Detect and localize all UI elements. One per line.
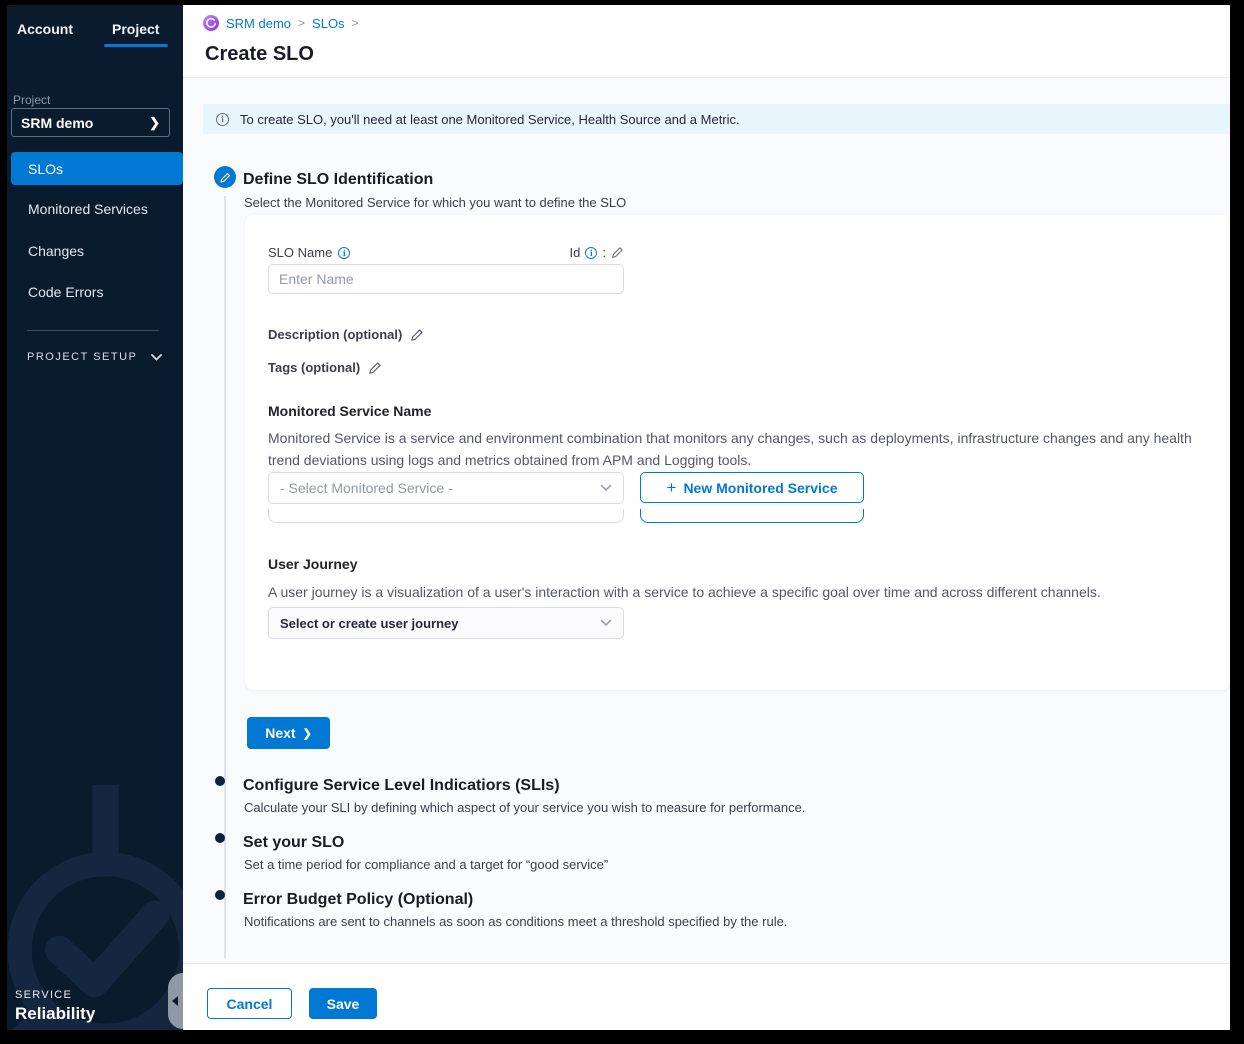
description-toggle[interactable]: Description (optional) [268,327,424,342]
sidebar-divider [27,330,159,331]
sidebar-item-code-errors[interactable]: Code Errors [28,284,103,300]
edit-id-icon[interactable] [611,246,624,259]
next-label: Next [265,725,295,741]
step3-title[interactable]: Set your SLO [243,834,344,852]
new-monitored-service-button[interactable]: + New Monitored Service [640,472,864,503]
new-monitored-service-label: New Monitored Service [683,480,837,496]
page-title: Create SLO [205,43,314,66]
sidebar: Account Project Project SRM demo ❯ SLOs … [7,5,183,1030]
slo-name-label: SLO Name [268,245,332,260]
monitored-service-select-shadow [268,509,624,523]
breadcrumb-separator: > [298,16,305,30]
tab-project[interactable]: Project [112,21,159,37]
chevron-down-icon [600,619,612,627]
slo-name-input[interactable] [268,264,624,294]
tags-toggle[interactable]: Tags (optional) [268,360,382,375]
step1-title: Define SLO Identification [243,171,433,189]
id-label-group: Id i : [570,245,624,260]
edit-description-icon[interactable] [410,328,424,342]
monitored-service-select-placeholder: - Select Monitored Service - [280,480,600,496]
user-journey-select-value: Select or create user journey [280,616,600,631]
main-content: SRM demo > SLOs > Create SLO i To create… [183,5,1230,1030]
user-journey-description: A user journey is a visualization of a u… [268,582,1208,604]
tags-label: Tags (optional) [268,360,360,375]
monitored-service-description: Monitored Service is a service and envir… [268,428,1208,471]
monitored-service-select[interactable]: - Select Monitored Service - [268,472,624,504]
step1-subtitle: Select the Monitored Service for which y… [244,195,626,210]
plus-icon: + [667,478,677,498]
cancel-button[interactable]: Cancel [207,988,292,1019]
module-label-reliability: Reliability [15,1004,95,1024]
id-label: Id [570,245,581,260]
step3-ring-icon [215,833,225,843]
sidebar-item-slos[interactable]: SLOs [11,152,183,185]
save-button[interactable]: Save [309,988,377,1019]
breadcrumb-slos-link[interactable]: SLOs [312,16,345,31]
chevron-right-icon: ❯ [303,727,312,740]
action-footer: Cancel Save [183,963,1230,1030]
step4-title[interactable]: Error Budget Policy (Optional) [243,891,473,909]
project-scope-label: Project [13,93,50,107]
breadcrumb: SRM demo > SLOs > [203,15,359,31]
slo-name-label-group: SLO Name i [268,245,350,260]
info-icon[interactable]: i [338,247,350,259]
app-window: Account Project Project SRM demo ❯ SLOs … [0,0,1244,1044]
edit-tags-icon[interactable] [368,361,382,375]
description-label: Description (optional) [268,327,402,342]
monitored-service-heading: Monitored Service Name [268,403,431,419]
step1-edit-icon [214,166,236,188]
page-header: SRM demo > SLOs > Create SLO [183,5,1230,78]
step4-ring-icon [215,890,225,900]
chevron-down-icon [600,484,612,492]
step2-title[interactable]: Configure Service Level Indicatiors (SLI… [243,777,560,795]
triangle-left-icon [172,996,178,1006]
pencil-icon [220,172,231,183]
breadcrumb-project-link[interactable]: SRM demo [226,16,291,31]
user-journey-select[interactable]: Select or create user journey [268,607,624,639]
info-banner-text: To create SLO, you'll need at least one … [240,112,740,127]
user-journey-heading: User Journey [268,556,357,572]
sidebar-item-monitored-services[interactable]: Monitored Services [28,201,148,217]
module-label-service: SERVICE [15,989,72,1001]
info-icon[interactable]: i [585,247,597,259]
sidebar-item-label: SLOs [28,161,63,177]
step4-subtitle: Notifications are sent to channels as so… [244,914,787,929]
step2-subtitle: Calculate your SLI by defining which asp… [244,800,805,815]
active-tab-underline [104,44,168,47]
next-button[interactable]: Next ❯ [247,717,330,749]
chevron-down-icon [151,354,162,361]
project-selector[interactable]: SRM demo ❯ [11,108,170,137]
sidebar-item-changes[interactable]: Changes [28,243,84,259]
srm-module-icon [203,15,219,31]
chevron-right-icon: ❯ [149,116,160,129]
wizard-connector-line [224,196,226,958]
project-selector-value: SRM demo [21,115,149,131]
info-icon: i [216,113,229,126]
sidebar-collapse-button[interactable] [168,973,183,1029]
project-setup-label: PROJECT SETUP [27,351,137,363]
step2-ring-icon [215,776,225,786]
slo-identification-card: SLO Name i Id i : Description (optional)… [245,215,1230,690]
tab-account[interactable]: Account [17,21,73,37]
new-monitored-service-button-shadow [640,509,864,523]
id-separator: : [602,245,606,260]
info-banner: i To create SLO, you'll need at least on… [203,104,1230,134]
breadcrumb-separator: > [352,16,359,30]
step3-subtitle: Set a time period for compliance and a t… [244,857,608,872]
sidebar-item-project-setup[interactable]: PROJECT SETUP [27,351,162,363]
